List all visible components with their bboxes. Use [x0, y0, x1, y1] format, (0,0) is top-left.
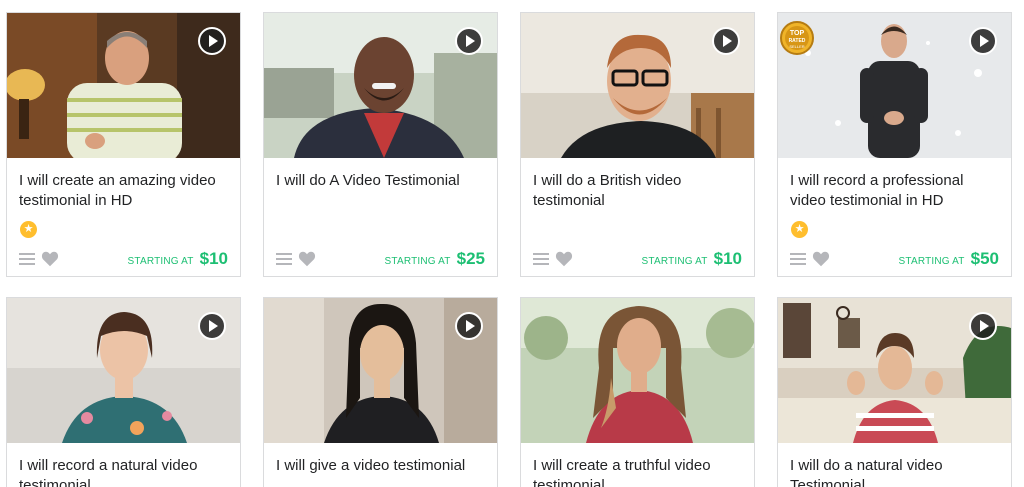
price-block: STARTING AT $50 [899, 249, 999, 269]
play-icon[interactable] [712, 27, 740, 55]
gig-title[interactable]: I will do a British video testimonial [533, 171, 742, 211]
starting-at-label: STARTING AT [641, 255, 708, 267]
price-block: STARTING AT $25 [385, 249, 485, 269]
gig-card[interactable]: I will do a British video testimonial ST… [520, 12, 755, 277]
gig-title[interactable]: I will record a natural video testimonia… [19, 456, 228, 487]
heart-icon[interactable] [555, 251, 573, 267]
gig-footer: STARTING AT $10 [521, 241, 754, 276]
gig-card[interactable]: I will create an amazing video testimoni… [6, 12, 241, 277]
gig-footer: STARTING AT $50 [778, 241, 1011, 276]
star-icon: ★ [791, 221, 808, 238]
gig-title[interactable]: I will do a natural video Testimonial [790, 456, 999, 487]
gig-title[interactable]: I will do A Video Testimonial [276, 171, 485, 211]
gig-price: $50 [970, 248, 999, 268]
gig-footer: STARTING AT $25 [264, 241, 497, 276]
gig-card[interactable]: I will give a video testimonial [263, 297, 498, 487]
heart-icon[interactable] [812, 251, 830, 267]
gig-thumbnail[interactable] [7, 298, 240, 443]
star-icon: ★ [20, 221, 37, 238]
gig-price: $25 [456, 248, 485, 268]
thumbnail-image [521, 298, 754, 443]
gig-title[interactable]: I will give a video testimonial [276, 456, 485, 487]
price-block: STARTING AT $10 [128, 249, 228, 269]
heart-icon[interactable] [298, 251, 316, 267]
svg-text:TOP: TOP [790, 30, 805, 37]
gig-thumbnail[interactable] [521, 13, 754, 158]
gig-grid: I will create an amazing video testimoni… [0, 0, 1024, 487]
starting-at-label: STARTING AT [127, 255, 194, 267]
gig-thumbnail[interactable] [778, 298, 1011, 443]
gig-thumbnail[interactable]: TOP RATED SELLER [778, 13, 1011, 158]
gig-price: $10 [199, 248, 228, 268]
starting-at-label: STARTING AT [898, 255, 965, 267]
gig-thumbnail[interactable] [264, 298, 497, 443]
gig-thumbnail[interactable] [7, 13, 240, 158]
play-icon[interactable] [455, 27, 483, 55]
play-icon[interactable] [455, 312, 483, 340]
gig-card[interactable]: I will create a truthful video testimoni… [520, 297, 755, 487]
play-icon[interactable] [969, 27, 997, 55]
top-rated-seller-badge: TOP RATED SELLER [780, 21, 814, 55]
menu-icon[interactable] [790, 252, 806, 265]
play-icon[interactable] [198, 27, 226, 55]
starting-at-label: STARTING AT [384, 255, 451, 267]
gig-card[interactable]: I will record a natural video testimonia… [6, 297, 241, 487]
play-icon[interactable] [969, 312, 997, 340]
gig-footer: STARTING AT $10 [7, 241, 240, 276]
gig-thumbnail[interactable] [521, 298, 754, 443]
gig-thumbnail[interactable] [264, 13, 497, 158]
gig-title[interactable]: I will record a professional video testi… [790, 171, 999, 211]
gig-card[interactable]: TOP RATED SELLER I will record a profess… [777, 12, 1012, 277]
gig-title[interactable]: I will create a truthful video testimoni… [533, 456, 742, 487]
gig-card[interactable]: I will do a natural video Testimonial [777, 297, 1012, 487]
gig-price: $10 [713, 248, 742, 268]
menu-icon[interactable] [533, 252, 549, 265]
menu-icon[interactable] [19, 252, 35, 265]
gig-title[interactable]: I will create an amazing video testimoni… [19, 171, 228, 211]
svg-text:SELLER: SELLER [789, 44, 804, 49]
play-icon[interactable] [198, 312, 226, 340]
heart-icon[interactable] [41, 251, 59, 267]
gig-card[interactable]: I will do A Video Testimonial STARTING A… [263, 12, 498, 277]
price-block: STARTING AT $10 [642, 249, 742, 269]
menu-icon[interactable] [276, 252, 292, 265]
